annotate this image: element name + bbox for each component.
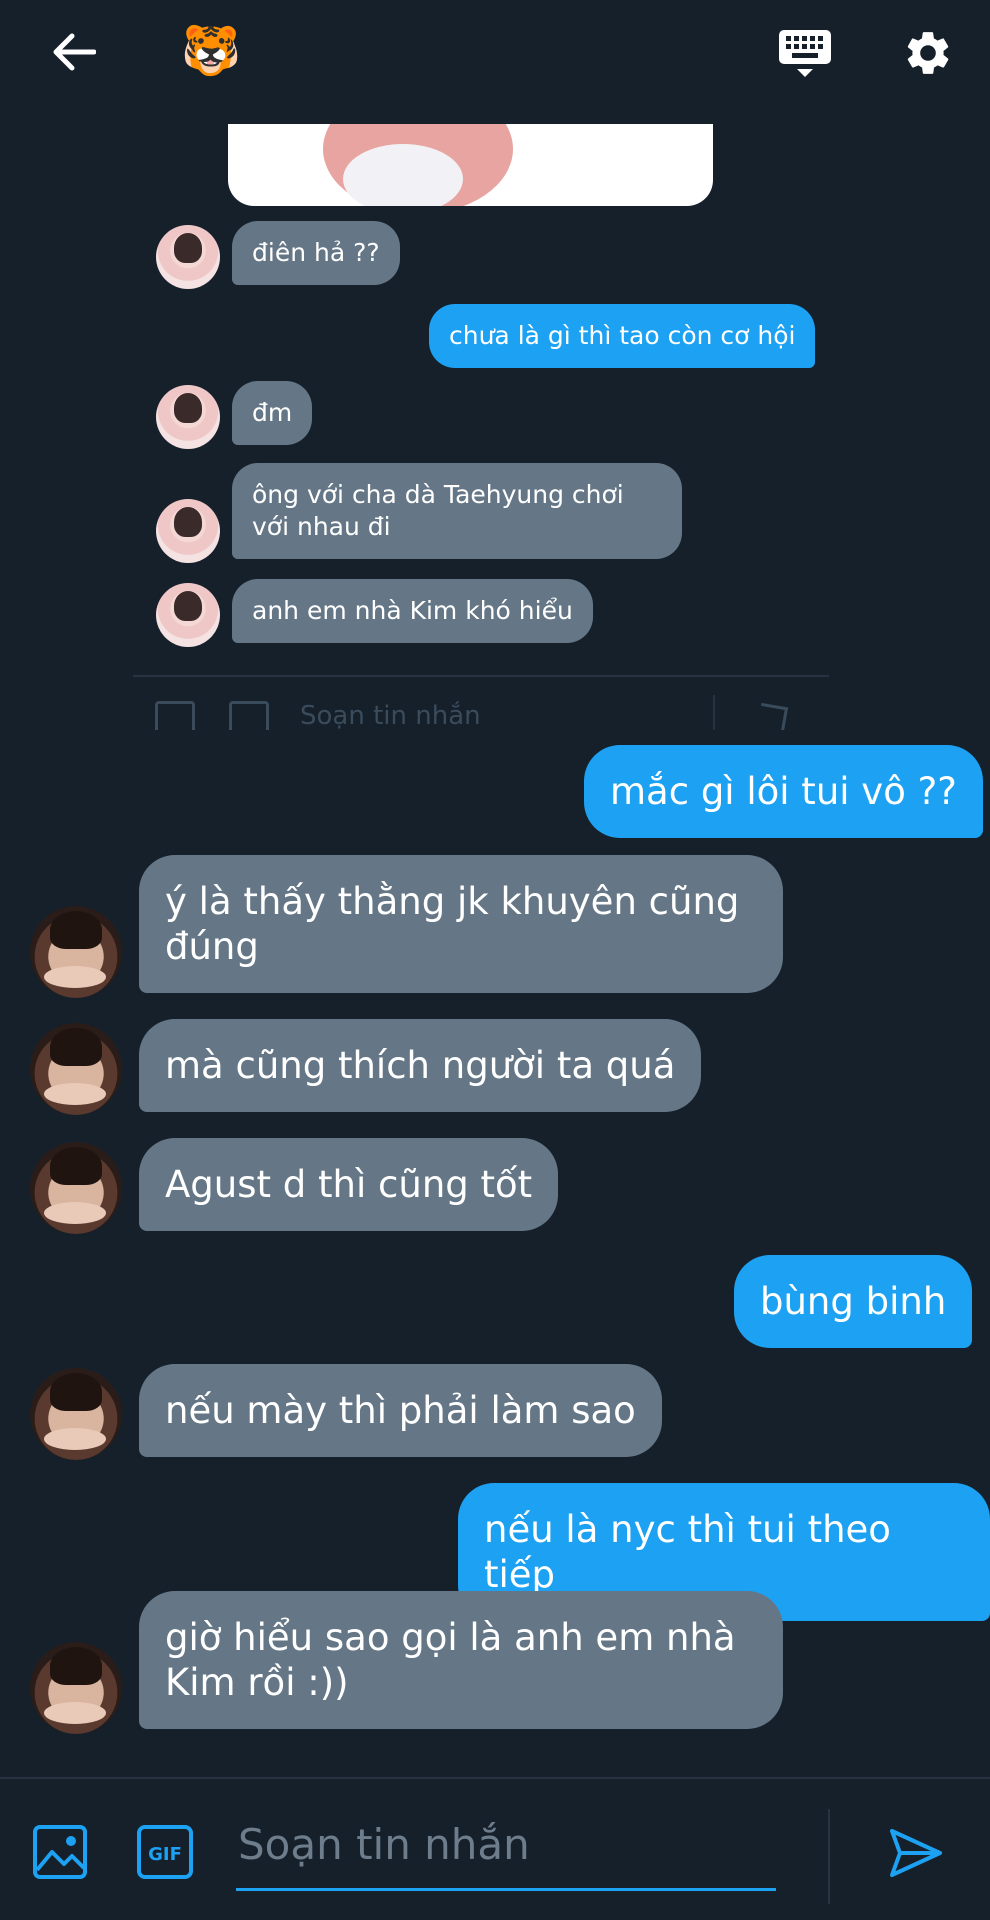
keyboard-icon [779,30,831,77]
message-bubble: nếu mày thì phải làm sao [139,1364,662,1457]
embedded-message-bubble: chưa là gì thì tao còn cơ hội [429,304,816,368]
message-bubble: bùng binh [734,1255,973,1348]
avatar [156,385,220,449]
avatar [156,583,220,647]
add-gif-button[interactable]: GIF [136,1824,194,1880]
message-input[interactable]: Soạn tin nhắn [236,1799,776,1891]
embedded-message-bubble: đm [232,381,313,445]
gear-icon [907,32,949,74]
avatar[interactable] [30,1368,122,1460]
embedded-compose-placeholder: Soạn tin nhắn [300,701,481,730]
embedded-composer: Soạn tin nhắn [155,695,855,730]
message-bubble: mà cũng thích người ta quá [139,1019,702,1112]
top-bar: 🐯 [0,0,990,105]
message-bubble: Agust d thì cũng tốt [139,1138,559,1231]
message-bubble: mắc gì lôi tui vô ?? [584,745,983,838]
add-image-button[interactable] [32,1824,88,1880]
send-icon [756,702,789,730]
image-icon [33,1825,87,1879]
gif-icon [229,701,269,730]
avatar[interactable] [30,906,122,998]
contact-avatar[interactable]: 🐯 [180,20,242,82]
avatar[interactable] [30,1023,122,1115]
send-button[interactable] [884,1821,948,1885]
embedded-screenshot[interactable]: điên hả ?? chưa là gì thì tao còn cơ hội… [0,105,990,730]
send-icon [890,1829,942,1877]
settings-button[interactable] [895,22,961,84]
back-button[interactable] [40,22,106,82]
arrow-left-icon [53,33,96,71]
message-bubble: ý là thấy thằng jk khuyên cũng đúng [139,855,783,993]
embedded-photo [228,124,713,206]
embedded-message-bubble: anh em nhà Kim khó hiểu [232,579,593,643]
divider [828,1809,830,1904]
composer-bar: GIF Soạn tin nhắn [0,1777,990,1920]
message-bubble: giờ hiểu sao gọi là anh em nhà Kim rồi :… [139,1591,783,1729]
keyboard-button[interactable] [770,22,840,84]
avatar[interactable] [30,1642,122,1734]
image-icon [155,701,195,730]
avatar[interactable] [30,1142,122,1234]
embedded-message-bubble: ông với cha dà Taehyung chơi với nhau đi [232,463,682,559]
svg-text:GIF: GIF [148,1844,182,1865]
embedded-message-bubble: điên hả ?? [232,221,400,285]
avatar [156,225,220,289]
gif-icon: GIF [137,1825,193,1879]
divider [133,675,829,677]
avatar [156,499,220,563]
